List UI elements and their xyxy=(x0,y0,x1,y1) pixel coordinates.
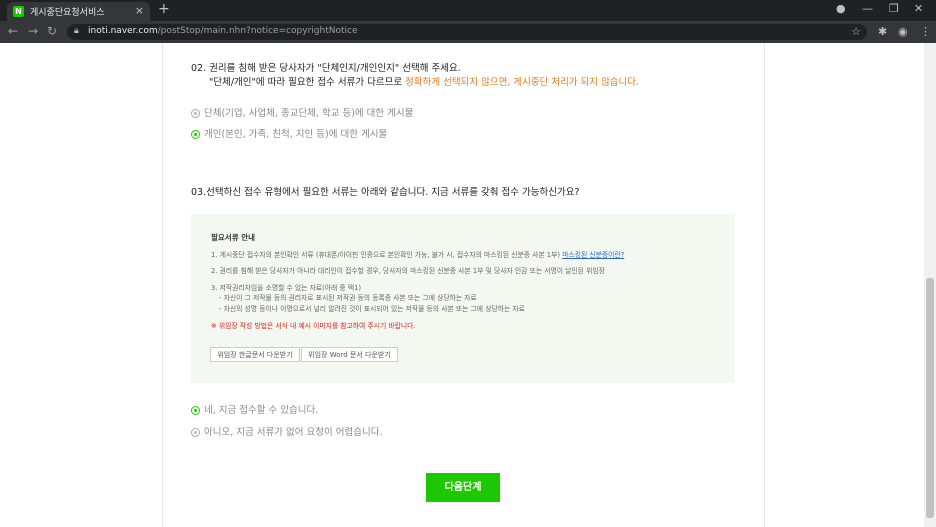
reload-icon[interactable]: ↻ xyxy=(47,24,57,38)
new-tab-button[interactable]: + xyxy=(158,1,170,17)
maximize-icon[interactable]: ❐ xyxy=(889,2,899,15)
download-hwp-button[interactable]: 위임장 한글문서 다운받기 xyxy=(210,347,300,362)
tab-strip: N 게시중단요청서비스 × + ● — ❐ ✕ xyxy=(0,0,936,21)
option-label: 네, 지금 접수할 수 있습니다. xyxy=(204,405,319,416)
menu-kebab-icon[interactable]: ⋮ xyxy=(920,25,931,38)
question-02-notice: "단체/개인"에 따라 필요한 접수 서류가 다르므로 정확하게 선택되지 않으… xyxy=(209,77,640,88)
forward-icon[interactable]: → xyxy=(28,24,38,38)
next-step-button[interactable]: 다음단계 xyxy=(426,473,500,502)
option-label: 아니오, 지금 서류가 없어 요청이 어렵습니다. xyxy=(204,427,383,438)
radio-option-no[interactable]: 아니오, 지금 서류가 없어 요청이 어렵습니다. xyxy=(191,424,382,438)
bookmark-star-icon[interactable]: ☆ xyxy=(851,25,861,38)
docs-item-1: 1. 게시중단 접수자의 본인확인 서류 (휴대폰/아이핀 인증으로 본인확인 … xyxy=(211,251,625,259)
docs-item-2: 2. 권리를 침해 받은 당사자가 아니라 대리인이 접수할 경우, 당사자의 … xyxy=(211,267,605,275)
address-bar[interactable]: 🔒︎ inoti.naver.com/postStop/main.nhn?not… xyxy=(67,24,867,40)
required-documents-box: 필요서류 안내 1. 게시중단 접수자의 본인확인 서류 (휴대폰/아이핀 인증… xyxy=(191,214,735,383)
question-02: 02. 권리를 침해 받은 당사자가 "단체인지/개인인지" 선택해 주세요. … xyxy=(191,62,639,90)
tab-close-icon[interactable]: × xyxy=(135,4,144,17)
masked-id-link[interactable]: 마스킹된 신분증이란? xyxy=(562,251,624,259)
radio-checked-icon[interactable] xyxy=(191,130,200,139)
docs-heading: 필요서류 안내 xyxy=(211,233,256,242)
back-icon[interactable]: ← xyxy=(8,24,18,38)
option-label: 개인(본인, 가족, 친척, 지인 등)에 대한 게시물 xyxy=(204,129,388,140)
account-avatar-icon[interactable]: ◉ xyxy=(898,25,908,38)
browser-tab[interactable]: N 게시중단요청서비스 × xyxy=(7,2,150,21)
radio-option-group[interactable]: 단체(기업, 사업체, 종교단체, 학교 등)에 대한 게시물 xyxy=(191,105,413,119)
browser-toolbar: ← → ↻ 🔒︎ inoti.naver.com/postStop/main.n… xyxy=(0,21,936,43)
radio-option-yes[interactable]: 네, 지금 접수할 수 있습니다. xyxy=(191,402,318,416)
download-word-button[interactable]: 위임장 Word 문서 다운받기 xyxy=(301,347,398,362)
docs-item-3-sub-2: - 자신의 성명 등이나 이명으로서 널리 알려진 것이 표시되어 있는 저작물… xyxy=(219,305,525,313)
docs-item-3: 3. 저작권리자임을 소명할 수 있는 자료(아래 중 택1) xyxy=(211,284,362,292)
scrollbar[interactable] xyxy=(924,43,936,527)
url-text: inoti.naver.com/postStop/main.nhn?notice… xyxy=(88,26,358,36)
lock-icon: 🔒︎ xyxy=(74,26,79,36)
window-close-icon[interactable]: ✕ xyxy=(914,2,923,15)
docs-note: ※ 위임장 작성 방법은 서식 내 예시 이미지를 참고하여 주시기 바랍니다. xyxy=(211,322,416,330)
profile-icon[interactable]: ● xyxy=(836,2,846,15)
naver-favicon-icon: N xyxy=(13,6,24,17)
radio-unchecked-icon[interactable] xyxy=(191,428,200,437)
minimize-icon[interactable]: — xyxy=(862,2,873,15)
question-02-title: 02. 권리를 침해 받은 당사자가 "단체인지/개인인지" 선택해 주세요. xyxy=(191,63,461,74)
tab-title: 게시중단요청서비스 xyxy=(30,8,105,18)
radio-checked-icon[interactable] xyxy=(191,406,200,415)
option-label: 단체(기업, 사업체, 종교단체, 학교 등)에 대한 게시물 xyxy=(204,108,414,119)
docs-item-3-sub-1: - 자신이 그 저작물 등의 권리자로 표시된 저작권 등의 등록증 사본 또는… xyxy=(219,294,477,302)
radio-option-individual[interactable]: 개인(본인, 가족, 친척, 지인 등)에 대한 게시물 xyxy=(191,126,387,140)
scrollbar-thumb[interactable] xyxy=(926,278,934,518)
warning-text: 정확하게 선택되지 않으면, 게시중단 처리가 되지 않습니다. xyxy=(405,77,640,88)
extensions-icon[interactable]: ✱ xyxy=(878,25,887,38)
radio-unchecked-icon[interactable] xyxy=(191,109,200,118)
question-03-title: 03.선택하신 접수 유형에서 필요한 서류는 아래와 같습니다. 지금 서류를… xyxy=(191,187,580,198)
